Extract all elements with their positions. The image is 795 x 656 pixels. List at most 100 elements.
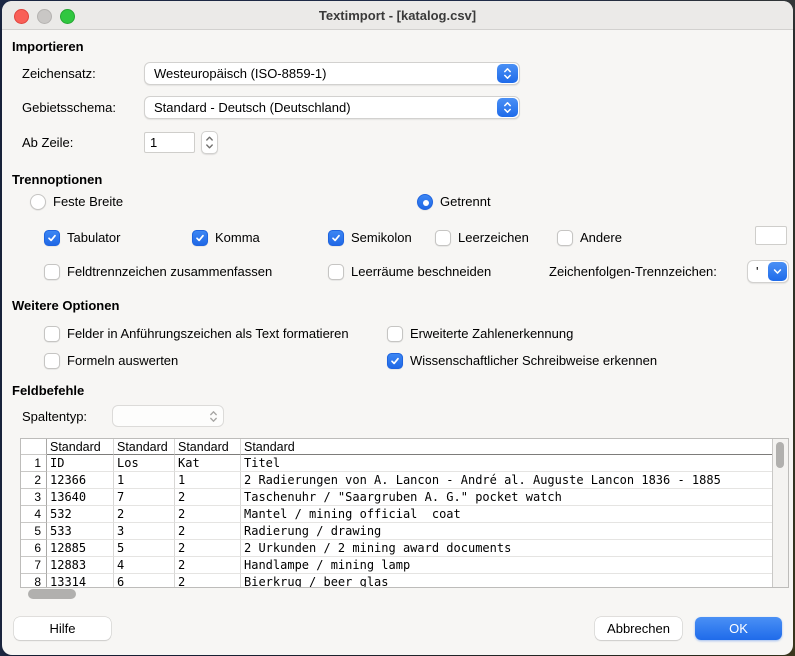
table-row: 71288342Handlampe / mining lamp xyxy=(21,557,772,574)
checkbox-quoted-as-text[interactable]: Felder in Anführungszeichen als Text for… xyxy=(44,325,349,342)
other-separator-input[interactable] xyxy=(755,226,787,245)
table-cell: ID xyxy=(47,455,114,472)
column-header[interactable]: Standard xyxy=(241,439,772,455)
radio-separated[interactable]: Getrennt xyxy=(417,193,491,210)
checkbox-label: Leerräume beschneiden xyxy=(351,264,491,279)
ok-button[interactable]: OK xyxy=(695,617,782,640)
checkbox-label: Erweiterte Zahlenerkennung xyxy=(410,326,573,341)
locale-label: Gebietsschema: xyxy=(22,100,116,115)
radio-dot xyxy=(417,194,433,210)
zoom-button[interactable] xyxy=(60,9,75,24)
checkbox-label: Leerzeichen xyxy=(458,230,529,245)
checkbox-box xyxy=(44,326,60,342)
table-cell: 13640 xyxy=(47,489,114,506)
table-header-row: StandardStandardStandardStandard xyxy=(21,439,772,455)
table-cell: 13314 xyxy=(47,574,114,587)
checkbox-box xyxy=(387,326,403,342)
checkbox-tabulator[interactable]: Tabulator xyxy=(44,229,120,246)
charset-value: Westeuropäisch (ISO-8859-1) xyxy=(154,66,326,81)
table-cell: 12883 xyxy=(47,557,114,574)
updown-chevrons-icon xyxy=(497,98,518,117)
checkbox-evaluate-formulas[interactable]: Formeln auswerten xyxy=(44,352,178,369)
checkbox-label: Tabulator xyxy=(67,230,120,245)
locale-select[interactable]: Standard - Deutsch (Deutschland) xyxy=(144,96,520,119)
table-cell: 532 xyxy=(47,506,114,523)
checkbox-box xyxy=(328,230,344,246)
help-button[interactable]: Hilfe xyxy=(14,617,111,640)
checkbox-trim-spaces[interactable]: Leerräume beschneiden xyxy=(328,263,491,280)
column-header[interactable] xyxy=(21,439,47,455)
table-row: 1IDLosKatTitel xyxy=(21,455,772,472)
table-cell: 4 xyxy=(114,557,175,574)
column-type-select xyxy=(112,405,224,427)
table-cell: Radierung / drawing xyxy=(241,523,772,540)
checkbox-scientific-notation[interactable]: Wissenschaftlicher Schreibweise erkennen xyxy=(387,352,657,369)
row-number: 7 xyxy=(21,557,47,574)
checkbox-label: Komma xyxy=(215,230,260,245)
checkbox-merge-delimiters[interactable]: Feldtrennzeichen zusammenfassen xyxy=(44,263,272,280)
titlebar[interactable]: Textimport - [katalog.csv] xyxy=(2,1,793,30)
vertical-scrollbar-thumb[interactable] xyxy=(776,442,784,468)
table-cell: 1 xyxy=(175,472,241,489)
stepper-chevrons-icon xyxy=(205,134,214,151)
horizontal-scrollbar-thumb[interactable] xyxy=(28,589,76,599)
radio-fixed-width[interactable]: Feste Breite xyxy=(30,193,123,210)
checkbox-andere[interactable]: Andere xyxy=(557,229,622,246)
checkbox-komma[interactable]: Komma xyxy=(192,229,260,246)
table-cell: 3 xyxy=(114,523,175,540)
section-import-heading: Importieren xyxy=(12,39,84,54)
checkbox-leerzeichen[interactable]: Leerzeichen xyxy=(435,229,529,246)
row-number: 1 xyxy=(21,455,47,472)
checkbox-box xyxy=(192,230,208,246)
table-row: 31364072Taschenuhr / "Saargruben A. G." … xyxy=(21,489,772,506)
checkbox-label: Formeln auswerten xyxy=(67,353,178,368)
close-button[interactable] xyxy=(14,9,29,24)
checkbox-label: Wissenschaftlicher Schreibweise erkennen xyxy=(410,353,657,368)
column-header[interactable]: Standard xyxy=(114,439,175,455)
string-delimiter-label: Zeichenfolgen-Trennzeichen: xyxy=(549,264,717,279)
section-other-options-heading: Weitere Optionen xyxy=(12,298,119,313)
table-cell: 6 xyxy=(114,574,175,587)
charset-label: Zeichensatz: xyxy=(22,66,96,81)
table-row: 553332Radierung / drawing xyxy=(21,523,772,540)
from-row-input[interactable] xyxy=(144,132,195,153)
table-cell: 2 xyxy=(175,506,241,523)
table-cell: 2 Urkunden / 2 mining award documents xyxy=(241,540,772,557)
checkbox-label: Andere xyxy=(580,230,622,245)
locale-value: Standard - Deutsch (Deutschland) xyxy=(154,100,351,115)
row-number: 4 xyxy=(21,506,47,523)
preview-table-grid: StandardStandardStandardStandard1IDLosKa… xyxy=(21,439,772,587)
string-delimiter-value: ' xyxy=(756,264,758,279)
table-cell: 2 Radierungen von A. Lancon - André al. … xyxy=(241,472,772,489)
radio-dot xyxy=(30,194,46,210)
cancel-button[interactable]: Abbrechen xyxy=(595,617,682,640)
row-number: 2 xyxy=(21,472,47,489)
string-delimiter-combo[interactable]: ' xyxy=(747,260,789,283)
table-cell: Titel xyxy=(241,455,772,472)
checkbox-special-numbers[interactable]: Erweiterte Zahlenerkennung xyxy=(387,325,573,342)
preview-table: StandardStandardStandardStandard1IDLosKa… xyxy=(20,438,789,588)
chevron-down-icon xyxy=(768,262,787,281)
table-cell: 5 xyxy=(114,540,175,557)
checkbox-box xyxy=(44,230,60,246)
charset-select[interactable]: Westeuropäisch (ISO-8859-1) xyxy=(144,62,520,85)
table-cell: 2 xyxy=(175,574,241,587)
from-row-stepper[interactable] xyxy=(201,131,218,154)
from-row-label: Ab Zeile: xyxy=(22,135,73,150)
column-header[interactable]: Standard xyxy=(47,439,114,455)
checkbox-label: Felder in Anführungszeichen als Text for… xyxy=(67,326,349,341)
checkbox-box xyxy=(328,264,344,280)
table-row: 212366112 Radierungen von A. Lancon - An… xyxy=(21,472,772,489)
column-header[interactable]: Standard xyxy=(175,439,241,455)
checkbox-semikolon[interactable]: Semikolon xyxy=(328,229,412,246)
vertical-scrollbar[interactable] xyxy=(772,439,788,587)
updown-chevrons-icon xyxy=(209,406,218,426)
table-cell: 2 xyxy=(175,557,241,574)
table-cell: 533 xyxy=(47,523,114,540)
row-number: 6 xyxy=(21,540,47,557)
table-row: 81331462Bierkrug / beer glas xyxy=(21,574,772,587)
section-separator-heading: Trennoptionen xyxy=(12,172,102,187)
table-cell: Los xyxy=(114,455,175,472)
table-cell: 2 xyxy=(175,489,241,506)
table-cell: 2 xyxy=(175,540,241,557)
